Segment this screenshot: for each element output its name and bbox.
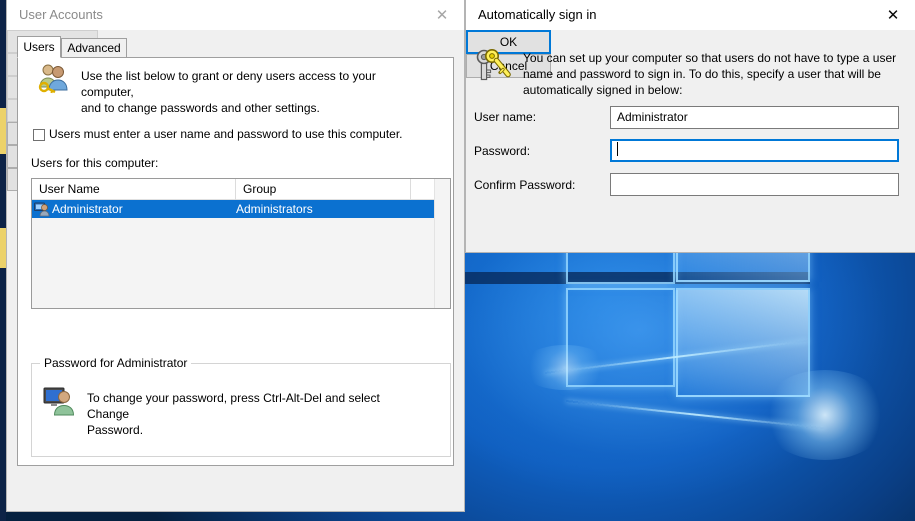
listview-rows: Administrator Administrators	[32, 200, 450, 308]
auto-signin-intro-text: You can set up your computer so that use…	[523, 50, 903, 98]
row-user-name: Administrator	[52, 202, 123, 216]
listview-scrollbar[interactable]	[434, 179, 450, 308]
username-field[interactable]: Administrator	[610, 106, 899, 129]
users-intro-text: Use the list below to grant or deny user…	[81, 68, 431, 116]
users-intro-line2: and to change passwords and other settin…	[81, 101, 320, 115]
password-instruction-text: To change your password, press Ctrl-Alt-…	[87, 390, 417, 438]
close-icon[interactable]: ✕	[420, 0, 464, 30]
auto-signin-intro-line3: automatically signed in below:	[523, 83, 683, 97]
tab-users[interactable]: Users	[17, 36, 61, 58]
tab-advanced[interactable]: Advanced	[61, 38, 127, 58]
users-intro-line1: Use the list below to grant or deny user…	[81, 69, 376, 99]
text-caret	[617, 142, 618, 156]
tab-users-label: Users	[23, 40, 55, 54]
password-instruction-line2: Password.	[87, 423, 144, 437]
auto-signin-intro-line1: You can set up your computer so that use…	[523, 51, 897, 65]
username-label: User name:	[474, 110, 537, 124]
auto-signin-intro-line2: name and password to sign in. To do this…	[523, 67, 881, 81]
password-groupbox-label: Password for Administrator	[40, 356, 192, 370]
column-header-group[interactable]: Group	[236, 179, 411, 200]
user-accounts-dialog: User Accounts ✕ Users Advanced Use the l…	[6, 0, 465, 512]
tab-advanced-label: Advanced	[67, 41, 121, 55]
auto-signin-title: Automatically sign in	[478, 7, 597, 22]
close-icon[interactable]: ✕	[871, 0, 915, 30]
require-password-label: Users must enter a user name and passwor…	[49, 127, 403, 141]
users-with-key-icon	[38, 64, 68, 94]
column-header-user-name[interactable]: User Name	[32, 179, 236, 200]
wallpaper-bloom-2	[520, 345, 610, 390]
row-group: Administrators	[236, 202, 313, 216]
screen: User Accounts ✕ Users Advanced Use the l…	[0, 0, 915, 521]
confirm-password-field[interactable]	[610, 173, 899, 196]
auto-signin-titlebar[interactable]: Automatically sign in ✕	[466, 0, 915, 30]
confirm-password-label: Confirm Password:	[474, 178, 576, 192]
keys-icon	[476, 49, 511, 81]
password-label: Password:	[474, 144, 531, 158]
users-listview[interactable]: User Name Group Administrator Administra…	[31, 178, 451, 309]
user-accounts-titlebar[interactable]: User Accounts ✕	[7, 0, 464, 30]
users-list-caption: Users for this computer:	[31, 156, 159, 170]
user-small-icon	[34, 202, 50, 217]
user-accounts-title: User Accounts	[19, 7, 103, 22]
password-instruction-line1: To change your password, press Ctrl-Alt-…	[87, 391, 380, 421]
auto-signin-dialog: Automatically sign in ✕ You can set up y…	[465, 0, 915, 253]
listview-header: User Name Group	[32, 179, 450, 200]
require-password-checkbox[interactable]	[33, 129, 45, 141]
table-row[interactable]: Administrator Administrators	[32, 200, 450, 218]
password-field[interactable]	[610, 139, 899, 162]
wallpaper-bloom	[760, 370, 890, 460]
monitor-user-icon	[43, 387, 75, 416]
